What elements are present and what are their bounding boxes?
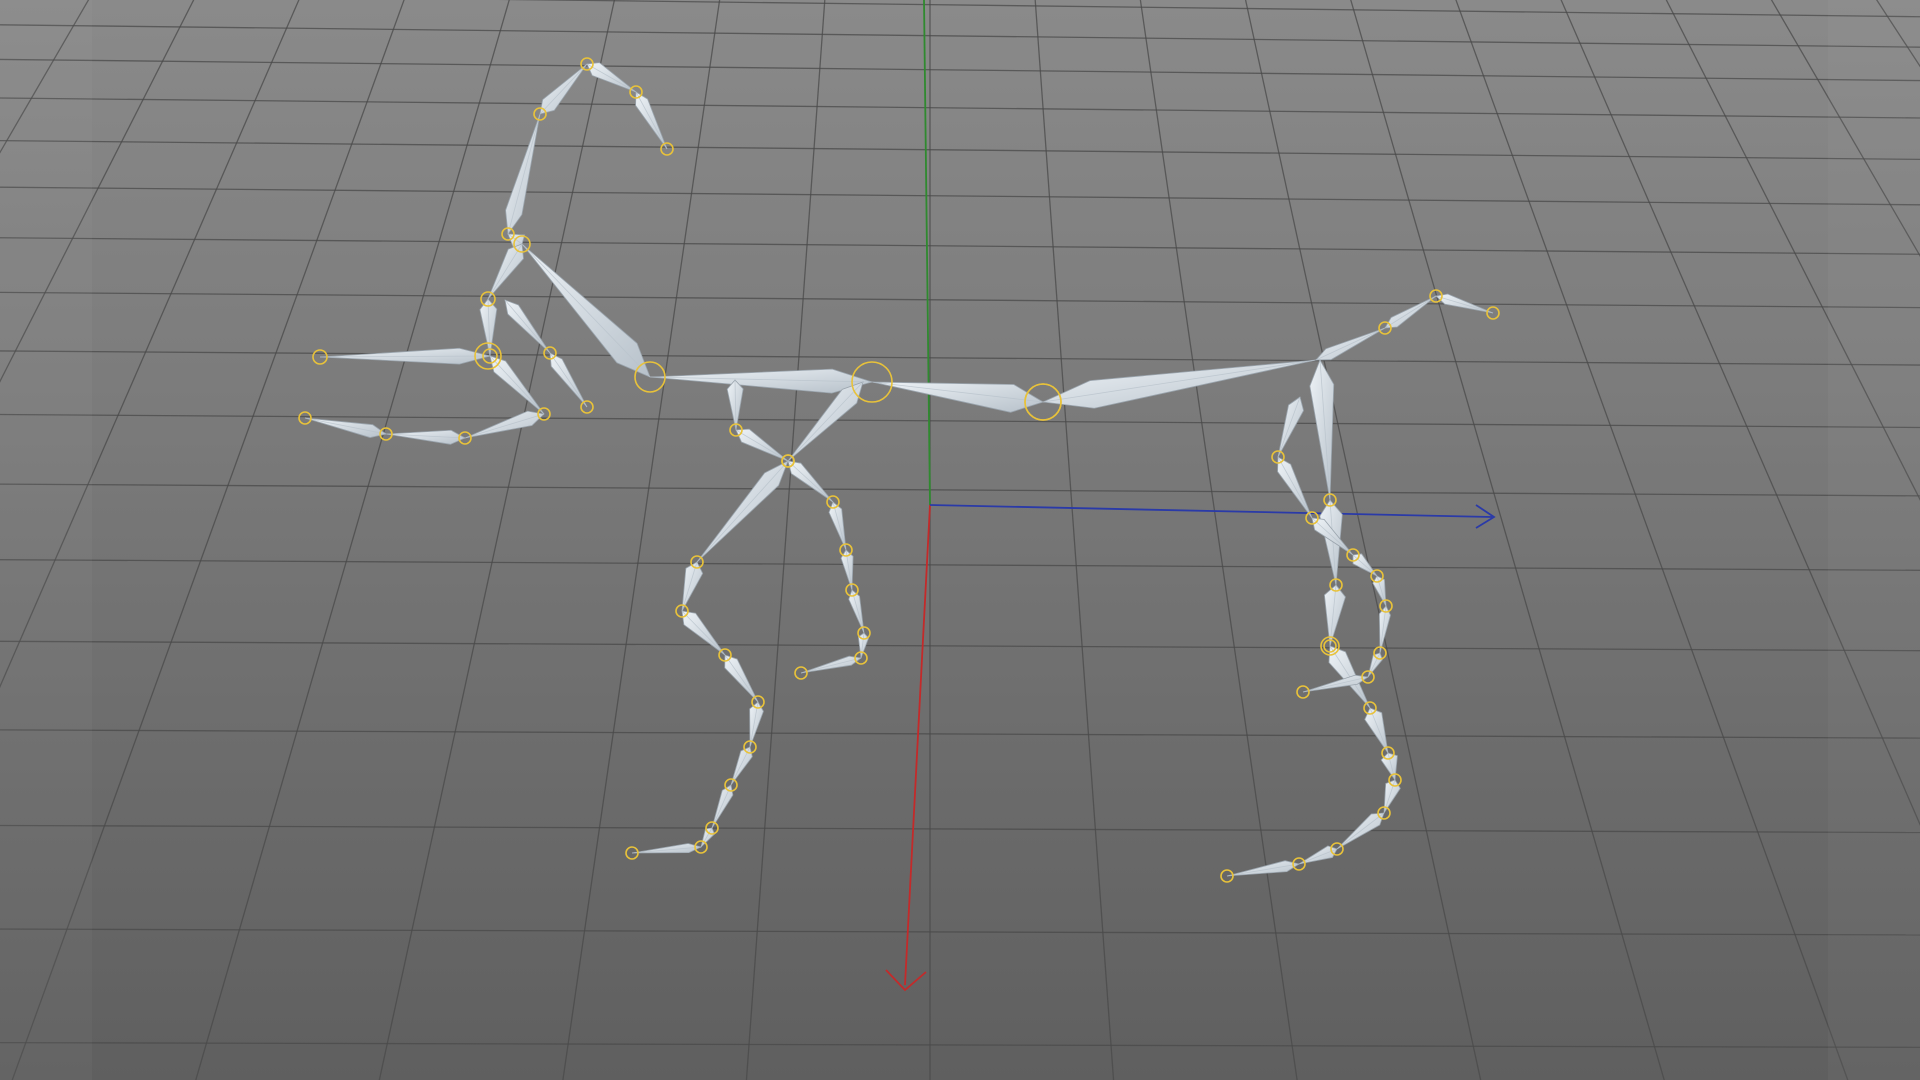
bone-head-ridge [539, 63, 588, 115]
grid-line [195, 0, 510, 1080]
bone-tail-ridge [1315, 327, 1386, 361]
bone-back-leg-right[interactable] [1364, 707, 1389, 754]
bone-front-leg-right[interactable] [681, 561, 704, 612]
grid-line [0, 729, 1920, 739]
bone-back-leg-left[interactable] [1277, 396, 1304, 458]
grid-line [0, 97, 1920, 119]
bone-head-ridge [507, 113, 541, 235]
grid-line [0, 928, 1920, 936]
grid-line [0, 350, 1920, 366]
grid-line [11, 0, 405, 1080]
grid-line [1665, 0, 1920, 501]
grid-line [378, 0, 616, 1080]
bone-front-leg-left-ridge [735, 429, 789, 462]
grid-line [498, 0, 1920, 18]
grid-line [0, 186, 1920, 206]
grid-line [0, 58, 1920, 82]
bone-front-claw-ridge [549, 352, 588, 408]
viewport-scene[interactable] [0, 0, 1920, 1080]
floor-grid [0, 0, 1920, 1080]
grid-line [1034, 0, 1115, 1080]
bone-tail-root[interactable] [1041, 359, 1317, 409]
bone-front-leg-left-ridge [787, 460, 834, 503]
grid-line [0, 237, 1920, 255]
world-axes [885, 0, 1496, 992]
grid-line [745, 0, 826, 1080]
grid-line [1350, 0, 1665, 1080]
grid-line [0, 824, 1920, 834]
bone-front-leg-right-ridge [724, 654, 759, 703]
bone-head-ridge [635, 91, 668, 150]
axis-y-line [923, 0, 931, 506]
bone-front-lower-left[interactable] [304, 417, 387, 438]
bone-front-leg-left-ridge [800, 657, 862, 674]
grid-line [0, 1041, 1920, 1049]
bone-neck-ridge [521, 243, 651, 378]
skeleton-rig[interactable] [304, 62, 1494, 877]
grid-line [1770, 0, 1920, 258]
bone-front-upper-left-ridge [487, 243, 523, 300]
bone-tail-ridge [1384, 295, 1437, 329]
axis-z-line [904, 504, 931, 986]
grid-line [1455, 0, 1849, 1080]
grid-line [562, 0, 721, 1080]
bone-tail-root-ridge [1042, 359, 1317, 403]
grid-line [0, 139, 1920, 161]
bone-front-leg-left[interactable] [828, 501, 847, 551]
grid-line [0, 291, 1920, 309]
grid-line [0, 0, 90, 154]
grid-line [0, 0, 300, 689]
bone-spine-lower[interactable] [871, 381, 1044, 413]
grid-line [0, 0, 195, 383]
grid-line [1244, 0, 1482, 1080]
bone-front-leg-right-ridge [711, 784, 732, 829]
bone-front-leg-right-ridge [787, 381, 864, 462]
bone-front-leg-right-ridge [681, 610, 726, 656]
bone-front-lower-left[interactable] [464, 410, 545, 439]
bone-back-leg-left-ridge [1277, 456, 1313, 519]
axis-x-line [929, 504, 1493, 518]
3d-viewport[interactable] [0, 0, 1920, 1080]
grid-line [0, 559, 1920, 571]
grid-line [0, 24, 1920, 48]
bone-back-leg-right[interactable] [1226, 860, 1301, 877]
grid-line [1139, 0, 1298, 1080]
grid-line [0, 640, 1920, 652]
skeleton-joints[interactable] [298, 57, 1500, 883]
grid-line [1875, 0, 1920, 68]
bone-front-leg-right-ridge [696, 460, 789, 563]
grid-line [0, 413, 1920, 429]
bone-head-ridge [586, 63, 637, 93]
